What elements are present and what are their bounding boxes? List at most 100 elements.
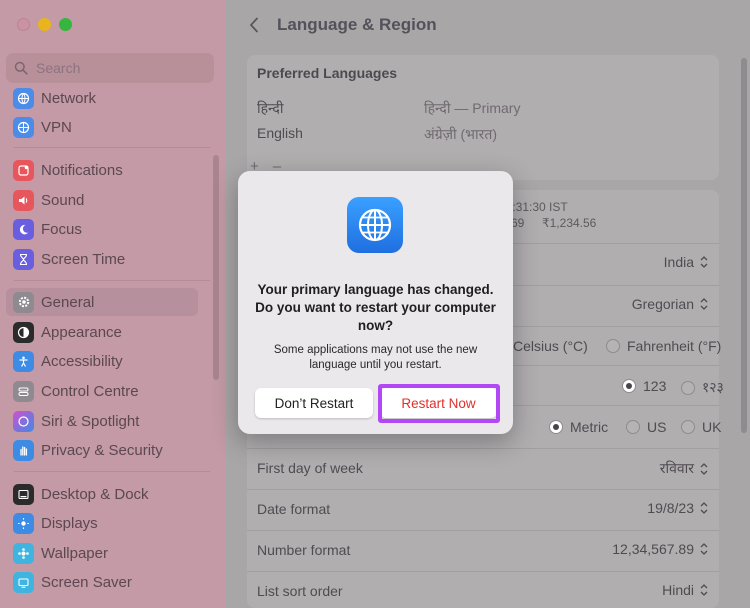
language-name[interactable]: English [257, 125, 303, 141]
hourglass-icon [13, 248, 34, 270]
list-sort-label: List sort order [257, 583, 343, 599]
number-format-value: 12,34,567.89 [612, 541, 694, 557]
temp-celsius-label: Celsius (°C) [513, 338, 588, 354]
list-sort-value: Hindi [662, 582, 694, 598]
back-button[interactable] [244, 13, 264, 37]
dont-restart-button[interactable]: Don’t Restart [255, 388, 373, 418]
numbers-hindi-option[interactable]: १२३ [681, 378, 724, 397]
numbers-hindi-radio[interactable] [681, 380, 695, 395]
sidebar-item-label: Appearance [41, 323, 122, 341]
uk-label: UK [702, 419, 722, 435]
speaker-icon [13, 189, 34, 211]
sidebar-item-vpn[interactable]: VPN [6, 113, 198, 141]
list-sort-popup[interactable]: Hindi [662, 582, 709, 598]
sidebar-item-label: Accessibility [41, 352, 123, 370]
number-format-popup[interactable]: 12,34,567.89 [612, 541, 709, 557]
list-sort-row[interactable]: List sort order Hindi [247, 571, 719, 608]
fahrenheit-radio[interactable] [606, 339, 620, 353]
metric-radio[interactable] [549, 420, 563, 434]
displays-icon [13, 512, 34, 534]
measure-us-option[interactable]: US [626, 419, 666, 435]
sidebar-scrollbar[interactable] [213, 155, 219, 380]
temp-fahrenheit-label: Fahrenheit (°F) [627, 338, 722, 354]
sidebar-item-wallpaper[interactable]: Wallpaper [6, 539, 198, 567]
accessibility-icon [13, 350, 34, 372]
number-format-label: Number format [257, 542, 351, 558]
sidebar-item-privacy-security[interactable]: Privacy & Security [6, 436, 198, 464]
minimize-window-button[interactable] [38, 18, 51, 31]
sidebar-item-label: Wallpaper [41, 544, 108, 562]
page-title: Language & Region [277, 15, 437, 34]
sidebar-item-network[interactable]: Network [6, 84, 198, 112]
numbers-123-option[interactable]: 123 [622, 378, 666, 394]
date-format-popup[interactable]: 19/8/23 [647, 500, 709, 516]
language-name[interactable]: हिन्दी [257, 99, 283, 118]
region-popup[interactable]: India [664, 254, 709, 270]
main-scrollbar[interactable] [741, 58, 747, 433]
window-controls [17, 18, 72, 31]
measure-metric-option[interactable]: Metric [549, 419, 608, 435]
sidebar-divider [14, 471, 210, 472]
screen-saver-icon [13, 571, 34, 593]
temp-fahrenheit-option[interactable]: Fahrenheit (°F) [606, 338, 721, 354]
numbers-123-radio[interactable] [622, 379, 636, 393]
sidebar-item-notifications[interactable]: Notifications [6, 156, 198, 184]
chevron-up-down-icon [700, 502, 708, 514]
sidebar-item-screen-time[interactable]: Screen Time [6, 245, 198, 273]
uk-radio[interactable] [681, 420, 695, 434]
sidebar-item-focus[interactable]: Focus [6, 215, 198, 243]
sidebar-item-sound[interactable]: Sound [6, 186, 198, 214]
bell-icon [13, 159, 34, 181]
close-window-button[interactable] [17, 18, 30, 31]
sidebar-item-screen-saver[interactable]: Screen Saver [6, 568, 198, 596]
sidebar-item-label: Network [41, 89, 97, 107]
calendar-popup[interactable]: Gregorian [632, 296, 709, 312]
globe-icon [347, 197, 403, 253]
sidebar-item-general[interactable]: General [6, 288, 198, 316]
sidebar-item-label: Control Centre [41, 382, 139, 400]
zoom-window-button[interactable] [59, 18, 72, 31]
sidebar-item-control-centre[interactable]: Control Centre [6, 377, 198, 405]
sidebar-item-label: Focus [41, 220, 82, 238]
date-format-row[interactable]: Date format 19/8/23 [247, 489, 719, 529]
sidebar-item-label: Notifications [41, 161, 123, 179]
sidebar-item-desktop-dock[interactable]: Desktop & Dock [6, 480, 198, 508]
first-day-value: रविवार [659, 460, 694, 476]
measure-uk-option[interactable]: UK [681, 419, 721, 435]
restart-now-button[interactable]: Restart Now [380, 388, 497, 418]
temp-celsius-option[interactable]: Celsius (°C) [513, 338, 588, 354]
date-format-label: Date format [257, 501, 331, 517]
us-label: US [647, 419, 667, 435]
search-field[interactable] [6, 53, 214, 83]
metric-label: Metric [570, 419, 609, 435]
sidebar-divider [14, 280, 210, 281]
siri-icon [13, 410, 34, 432]
control-centre-icon [13, 380, 34, 402]
number-format-row[interactable]: Number format 12,34,567.89 [247, 530, 719, 570]
preview-currency: ₹1,234.56 [542, 216, 597, 230]
sidebar-item-siri-spotlight[interactable]: Siri & Spotlight [6, 407, 198, 435]
chevron-left-icon [250, 17, 258, 33]
sidebar-item-label: Displays [41, 514, 98, 532]
first-day-popup[interactable]: रविवार [660, 459, 709, 478]
preview-number-partial: 69 [511, 216, 525, 230]
chevron-up-down-icon [700, 584, 708, 596]
sidebar-item-accessibility[interactable]: Accessibility [6, 347, 198, 375]
region-value: India [663, 254, 694, 270]
sidebar-item-displays[interactable]: Displays [6, 509, 198, 537]
search-input[interactable] [36, 60, 196, 76]
search-icon [14, 61, 28, 75]
us-radio[interactable] [626, 420, 640, 434]
numbers-123-label: 123 [643, 378, 667, 394]
sidebar-item-label: Screen Time [41, 250, 126, 268]
dialog-title: Your primary language has changed. Do yo… [255, 282, 496, 333]
sidebar-item-appearance[interactable]: Appearance [6, 318, 198, 346]
first-day-label: First day of week [257, 460, 363, 476]
first-day-row[interactable]: First day of week रविवार [247, 448, 719, 488]
numbers-hindi-label: १२३ [702, 379, 724, 395]
sidebar-item-label: Siri & Spotlight [41, 412, 140, 430]
appearance-icon [13, 321, 34, 343]
date-format-value: 19/8/23 [647, 500, 694, 516]
chevron-up-down-icon [700, 462, 708, 475]
gear-icon [13, 291, 34, 313]
